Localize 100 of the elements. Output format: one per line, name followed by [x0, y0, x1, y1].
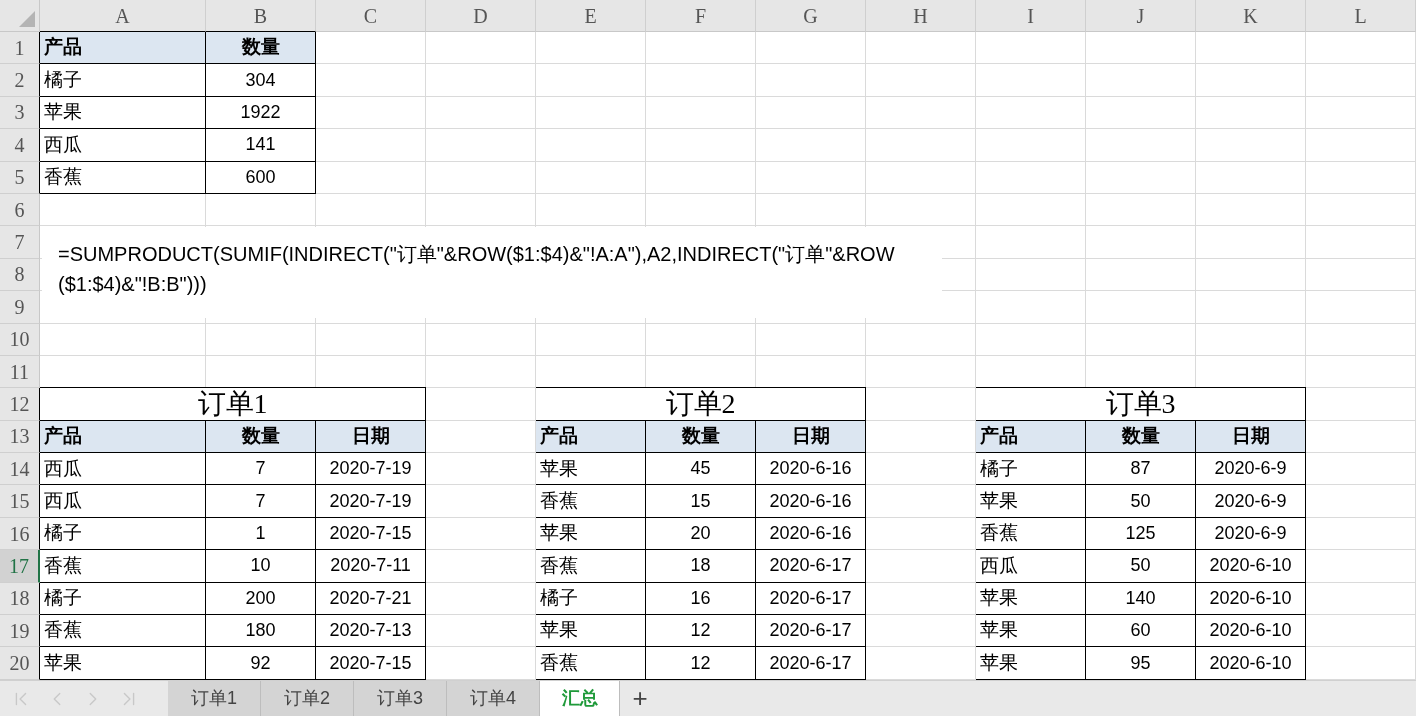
- formula-text-box[interactable]: =SUMPRODUCT(SUMIF(INDIRECT("订单"&ROW($1:$4)&"!A:A"),A2,INDIRECT("订单"&ROW($1:$4)&"!B:B"))): [42, 227, 942, 318]
- table-header-cell: 日期: [756, 420, 866, 454]
- table-cell: 苹果: [976, 647, 1086, 680]
- table-cell: 50: [1086, 485, 1196, 518]
- table-cell: 西瓜: [40, 453, 206, 486]
- table-cell: 2020-6-9: [1196, 485, 1306, 518]
- column-header[interactable]: K: [1196, 0, 1306, 32]
- table-cell: 45: [646, 453, 756, 486]
- row-header[interactable]: 20: [0, 647, 40, 680]
- table-cell: 西瓜: [40, 129, 206, 162]
- row-header[interactable]: 3: [0, 96, 40, 130]
- table-header-cell: 数量: [646, 420, 756, 454]
- table-cell: 1922: [206, 96, 316, 130]
- table-cell: 香蕉: [40, 161, 206, 194]
- table-cell: 2020-7-13: [316, 615, 426, 648]
- row-header[interactable]: 2: [0, 64, 40, 97]
- table-cell: 2020-6-17: [756, 582, 866, 616]
- select-all-icon[interactable]: [19, 11, 35, 27]
- table-cell: 2020-6-9: [1196, 517, 1306, 551]
- sheet-tab[interactable]: 订单1: [168, 681, 261, 716]
- sheet-tab[interactable]: 订单4: [447, 681, 540, 716]
- table-cell: 7: [206, 453, 316, 486]
- table-cell: 16: [646, 582, 756, 616]
- table-cell: 2020-7-11: [316, 550, 426, 583]
- column-header[interactable]: C: [316, 0, 426, 32]
- table-cell: 50: [1086, 550, 1196, 583]
- column-header[interactable]: I: [976, 0, 1086, 32]
- table-header-cell: 日期: [1196, 420, 1306, 454]
- table-cell: 7: [206, 485, 316, 518]
- table-cell: 橘子: [536, 582, 646, 616]
- table-cell: 橘子: [40, 64, 206, 97]
- table-header-cell: 数量: [206, 32, 316, 65]
- row-header[interactable]: 11: [0, 355, 40, 389]
- row-header[interactable]: 6: [0, 193, 40, 227]
- sheet-tab[interactable]: 订单2: [261, 681, 354, 716]
- row-header[interactable]: 7: [0, 226, 40, 259]
- table-cell: 香蕉: [40, 615, 206, 648]
- table-cell: 橘子: [40, 517, 206, 551]
- row-header[interactable]: 14: [0, 453, 40, 486]
- column-header[interactable]: J: [1086, 0, 1196, 32]
- table-cell: 2020-7-15: [316, 517, 426, 551]
- table-cell: 香蕉: [536, 550, 646, 583]
- table-cell: 橘子: [40, 582, 206, 616]
- table-title: 订单2: [536, 387, 866, 421]
- row-header[interactable]: 8: [0, 258, 40, 292]
- row-header[interactable]: 16: [0, 517, 40, 551]
- table-cell: 1: [206, 517, 316, 551]
- table-cell: 苹果: [40, 647, 206, 680]
- row-header[interactable]: 19: [0, 615, 40, 648]
- table-header-cell: 数量: [206, 420, 316, 454]
- column-header[interactable]: E: [536, 0, 646, 32]
- table-title: 订单3: [976, 387, 1306, 421]
- table-cell: 20: [646, 517, 756, 551]
- table-cell: 2020-6-9: [1196, 453, 1306, 486]
- column-header[interactable]: B: [206, 0, 316, 32]
- row-header[interactable]: 4: [0, 129, 40, 162]
- table-cell: 2020-7-19: [316, 453, 426, 486]
- table-cell: 苹果: [976, 582, 1086, 616]
- table-cell: 2020-6-10: [1196, 615, 1306, 648]
- add-sheet-button[interactable]: +: [620, 681, 660, 716]
- row-header[interactable]: 1: [0, 32, 40, 65]
- table-cell: 92: [206, 647, 316, 680]
- table-cell: 87: [1086, 453, 1196, 486]
- table-cell: 12: [646, 647, 756, 680]
- row-header[interactable]: 18: [0, 582, 40, 616]
- table-header-cell: 日期: [316, 420, 426, 454]
- table-header-cell: 数量: [1086, 420, 1196, 454]
- row-header[interactable]: 15: [0, 485, 40, 518]
- table-cell: 600: [206, 161, 316, 194]
- table-cell: 苹果: [536, 615, 646, 648]
- table-cell: 香蕉: [976, 517, 1086, 551]
- table-cell: 180: [206, 615, 316, 648]
- table-cell: 橘子: [976, 453, 1086, 486]
- column-header[interactable]: L: [1306, 0, 1416, 32]
- table-header-cell: 产品: [40, 420, 206, 454]
- row-header[interactable]: 13: [0, 420, 40, 454]
- row-header[interactable]: 17: [0, 550, 40, 583]
- table-header-cell: 产品: [536, 420, 646, 454]
- column-header[interactable]: G: [756, 0, 866, 32]
- table-cell: 苹果: [976, 485, 1086, 518]
- table-cell: 18: [646, 550, 756, 583]
- table-cell: 西瓜: [40, 485, 206, 518]
- row-header[interactable]: 5: [0, 161, 40, 194]
- column-header[interactable]: F: [646, 0, 756, 32]
- table-cell: 2020-6-16: [756, 453, 866, 486]
- table-cell: 2020-6-16: [756, 485, 866, 518]
- row-header[interactable]: 9: [0, 291, 40, 324]
- column-header[interactable]: H: [866, 0, 976, 32]
- table-cell: 125: [1086, 517, 1196, 551]
- sheet-tab[interactable]: 订单3: [354, 681, 447, 716]
- table-cell: 60: [1086, 615, 1196, 648]
- table-cell: 苹果: [536, 453, 646, 486]
- table-cell: 2020-7-21: [316, 582, 426, 616]
- table-cell: 香蕉: [536, 647, 646, 680]
- column-header[interactable]: A: [40, 0, 206, 32]
- table-title: 订单1: [40, 387, 426, 421]
- sheet-tab[interactable]: 汇总: [540, 681, 620, 716]
- row-header[interactable]: 10: [0, 323, 40, 356]
- column-header[interactable]: D: [426, 0, 536, 32]
- row-header[interactable]: 12: [0, 388, 40, 421]
